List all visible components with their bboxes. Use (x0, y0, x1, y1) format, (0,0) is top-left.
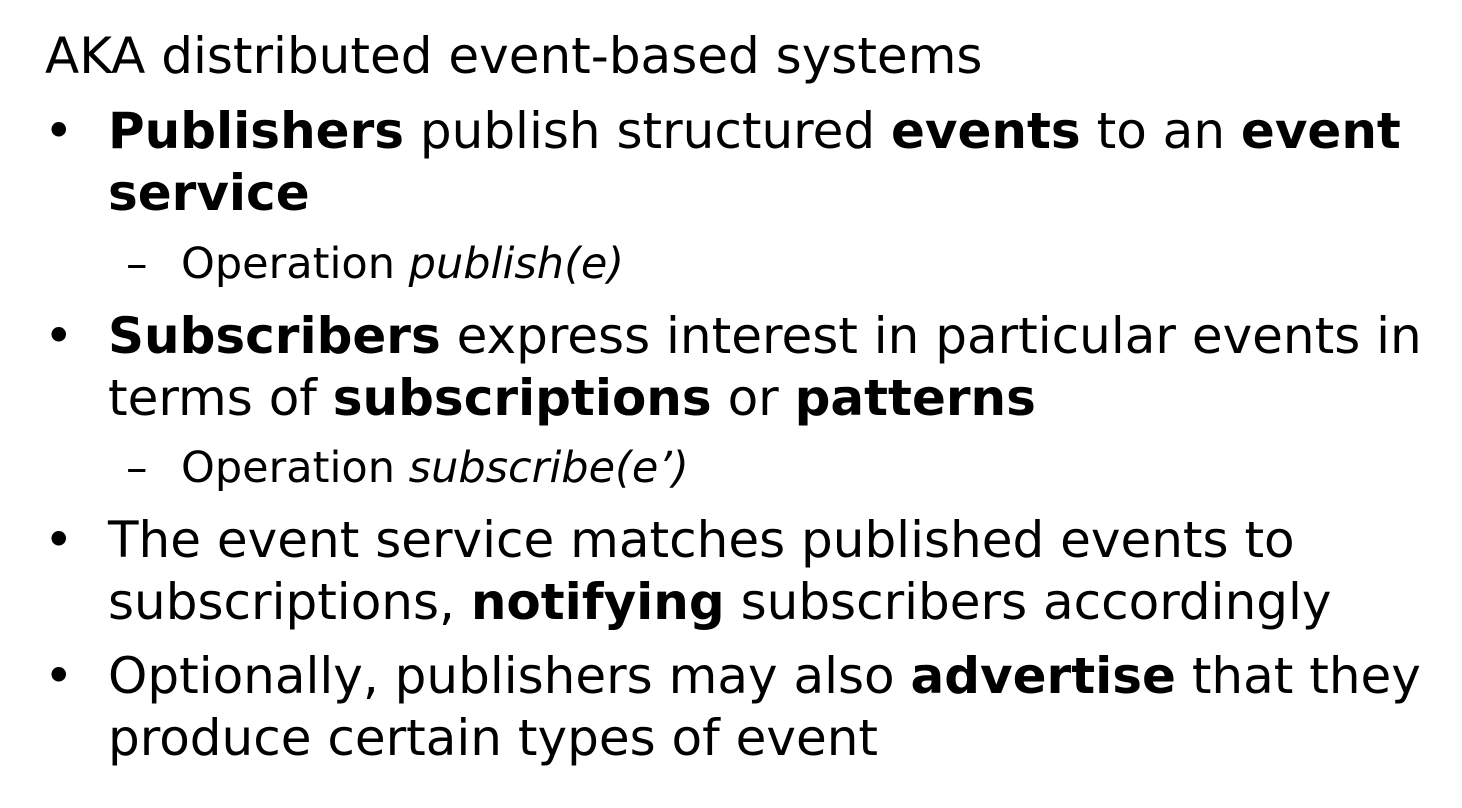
intro-line: AKA distributed event-based systems (45, 27, 983, 85)
bullet-marker: • (44, 102, 74, 160)
bullet-marker: • (44, 307, 74, 365)
bullet-2-text: Subscribers express interest in particul… (108, 305, 1448, 429)
sub-marker: – (126, 239, 148, 289)
bullet-1-text: Publishers publish structured events to … (108, 100, 1448, 224)
bullet-3-text: The event service matches published even… (108, 509, 1448, 633)
bullet-2-seg-4: or (711, 369, 795, 427)
bullet-4-seg-1: Optionally, publishers may also (108, 647, 911, 705)
operation-publish: publish(e) (408, 239, 625, 289)
term-publishers: Publishers (108, 102, 404, 160)
bullet-4-text: Optionally, publishers may also advertis… (108, 645, 1448, 769)
operation-subscribe: subscribe(e’) (408, 443, 689, 493)
bullet-marker: • (44, 647, 74, 705)
term-subscribers: Subscribers (108, 307, 441, 365)
sub-item-prefix: Operation (181, 239, 409, 289)
sub-item-publish: Operation publish(e) (181, 236, 624, 292)
term-events: events (891, 102, 1081, 160)
bullet-1-seg-2: publish structured (404, 102, 892, 160)
term-patterns: patterns (794, 369, 1036, 427)
sub-item-prefix: Operation (181, 443, 409, 493)
sub-item-subscribe: Operation subscribe(e’) (181, 440, 689, 496)
bullet-1-seg-4: to an (1080, 102, 1241, 160)
bullet-marker: • (44, 511, 74, 569)
sub-marker: – (126, 443, 148, 493)
slide: AKA distributed event-based systems • Pu… (0, 0, 1462, 808)
bullet-3-seg-3: subscribers accordingly (724, 573, 1332, 631)
term-notifying: notifying (470, 573, 725, 631)
term-subscriptions: subscriptions (332, 369, 712, 427)
term-advertise: advertise (910, 647, 1176, 705)
